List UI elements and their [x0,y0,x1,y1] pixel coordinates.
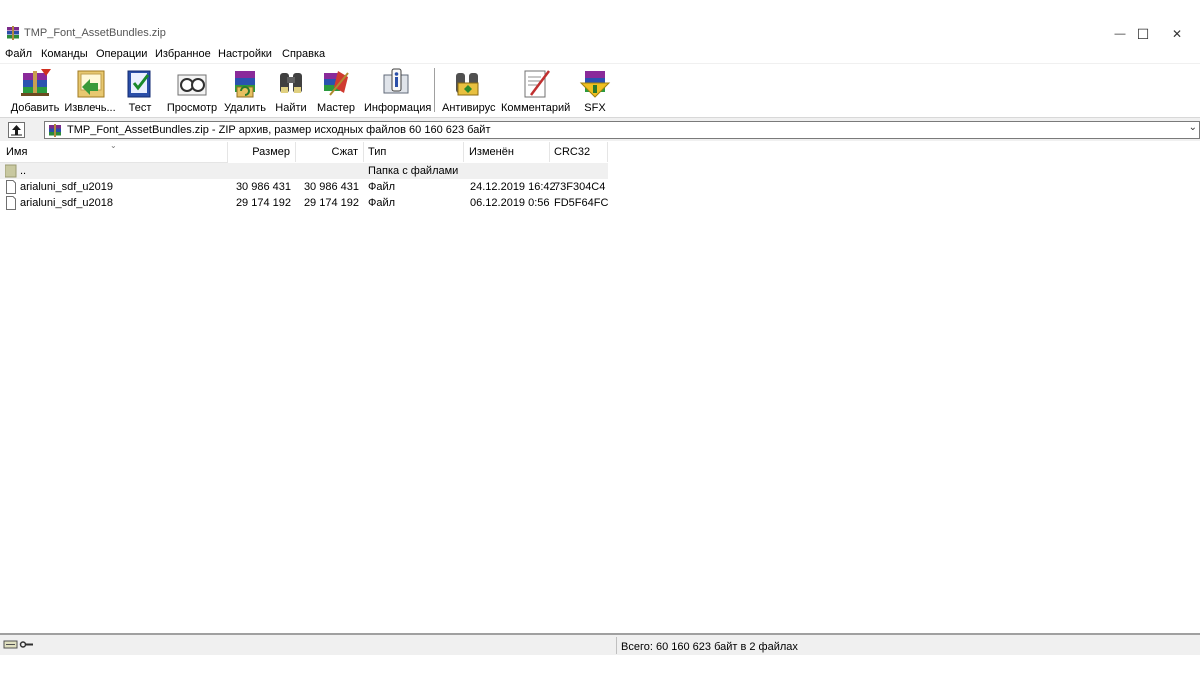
test-button[interactable]: Тест [122,67,158,115]
table-row[interactable]: arialuni_sdf_u2018 29 174 192 29 174 192… [0,195,608,211]
column-header-type[interactable]: Тип [364,142,464,162]
view-button[interactable]: Просмотр [166,67,218,115]
comment-icon [524,70,550,98]
info-label: Информация [364,102,432,114]
find-label: Найти [275,102,307,114]
add-button[interactable]: Добавить [8,67,62,115]
info-icon [383,68,409,94]
column-size-label: Размер [252,146,290,158]
wizard-icon [324,71,349,96]
extract-label: Извлечь... [64,102,116,114]
column-name-label: Имя [6,146,28,158]
menu-settings[interactable]: Настройки [218,48,272,60]
toolbar-separator [434,68,435,112]
column-packed-label: Сжат [331,146,358,158]
sfx-label: SFX [584,102,606,114]
extract-button[interactable]: Извлечь... [64,67,116,115]
status-bar: Всего: 60 160 623 байт в 2 файлах [0,633,1200,655]
up-folder-button[interactable] [8,122,25,138]
column-crc-label: CRC32 [554,146,591,158]
zip-archive-icon [49,124,61,137]
column-header-packed[interactable]: Сжат [296,142,364,162]
view-label: Просмотр [166,102,218,114]
add-label: Добавить [10,102,60,114]
row-type: Файл [368,181,396,193]
info-button[interactable]: Информация [364,67,432,115]
menu-favorites[interactable]: Избранное [155,48,211,60]
table-row[interactable]: arialuni_sdf_u2019 30 986 431 30 986 431… [0,179,608,195]
antivirus-label: Антивирус [442,102,496,114]
maximize-icon: ☐ [1136,25,1150,42]
row-name: .. [20,165,27,177]
find-button[interactable]: Найти [272,67,310,115]
column-header-crc[interactable]: CRC32 [550,142,608,162]
status-separator [616,637,617,654]
row-size: 30 986 431 [235,181,291,193]
toolbar: Добавить Извлечь... Тест Просмотр Удалит… [0,63,1200,115]
folder-icon [5,164,17,178]
row-type: Файл [368,197,396,209]
close-button[interactable]: ✕ [1154,22,1200,46]
file-icon [6,180,16,194]
winrar-app-icon [7,26,19,40]
sort-chevron-icon: ⌄ [110,141,117,150]
file-list: Имя ⌄ Размер Сжат Тип Изменён CRC32 .. П… [0,141,1200,632]
row-packed: 29 174 192 [303,197,359,209]
up-arrow-icon [11,125,22,136]
column-header-name[interactable]: Имя ⌄ [0,141,228,162]
address-field[interactable]: TMP_Font_AssetBundles.zip - ZIP архив, р… [44,121,1200,139]
menu-help[interactable]: Справка [282,48,325,60]
address-bar: TMP_Font_AssetBundles.zip - ZIP архив, р… [0,117,1200,141]
test-label: Тест [128,102,152,114]
comment-label: Комментарий [501,102,571,114]
menu-commands[interactable]: Команды [41,48,88,60]
chevron-down-icon[interactable]: ⌄ [1189,122,1197,133]
row-crc: 73F304C4 [554,181,606,193]
find-icon [280,73,302,93]
antivirus-button[interactable]: Антивирус [442,67,496,115]
row-name: arialuni_sdf_u2018 [20,197,113,209]
drive-key-icon [3,640,33,649]
row-type: Папка с файлами [368,165,459,177]
menu-file[interactable]: Файл [5,48,32,60]
wizard-label: Мастер [316,102,356,114]
delete-label: Удалить [224,102,266,114]
row-crc: FD5F64FC [554,197,609,209]
extract-icon [77,70,105,98]
add-archive-icon [21,69,51,96]
close-icon: ✕ [1171,27,1183,41]
antivirus-icon [456,73,479,96]
file-icon [6,196,16,210]
column-type-label: Тип [368,146,387,158]
status-text: Всего: 60 160 623 байт в 2 файлах [621,641,798,653]
row-name: arialuni_sdf_u2019 [20,181,113,193]
title-bar: TMP_Font_AssetBundles.zip — ☐ ✕ [0,18,1200,48]
sfx-icon [579,71,611,98]
column-header-modified[interactable]: Изменён [464,142,550,162]
menu-bar: Файл Команды Операции Избранное Настройк… [0,46,1200,62]
row-packed: 30 986 431 [303,181,359,193]
wizard-button[interactable]: Мастер [316,67,356,115]
sfx-button[interactable]: SFX [577,67,613,115]
window-title: TMP_Font_AssetBundles.zip [24,27,166,39]
menu-operations[interactable]: Операции [96,48,147,60]
address-text: TMP_Font_AssetBundles.zip - ZIP архив, р… [67,124,491,136]
column-header-size[interactable]: Размер [228,142,296,162]
comment-button[interactable]: Комментарий [501,67,571,115]
row-modified: 24.12.2019 16:42 [470,181,556,193]
view-icon [177,74,207,96]
test-icon [127,70,151,98]
delete-icon [235,71,255,98]
delete-button[interactable]: Удалить [223,67,267,115]
row-size: 29 174 192 [235,197,291,209]
table-row[interactable]: .. Папка с файлами [0,163,608,179]
list-empty-area [228,162,1200,632]
column-modified-label: Изменён [469,146,514,158]
row-modified: 06.12.2019 0:56 [470,197,550,209]
